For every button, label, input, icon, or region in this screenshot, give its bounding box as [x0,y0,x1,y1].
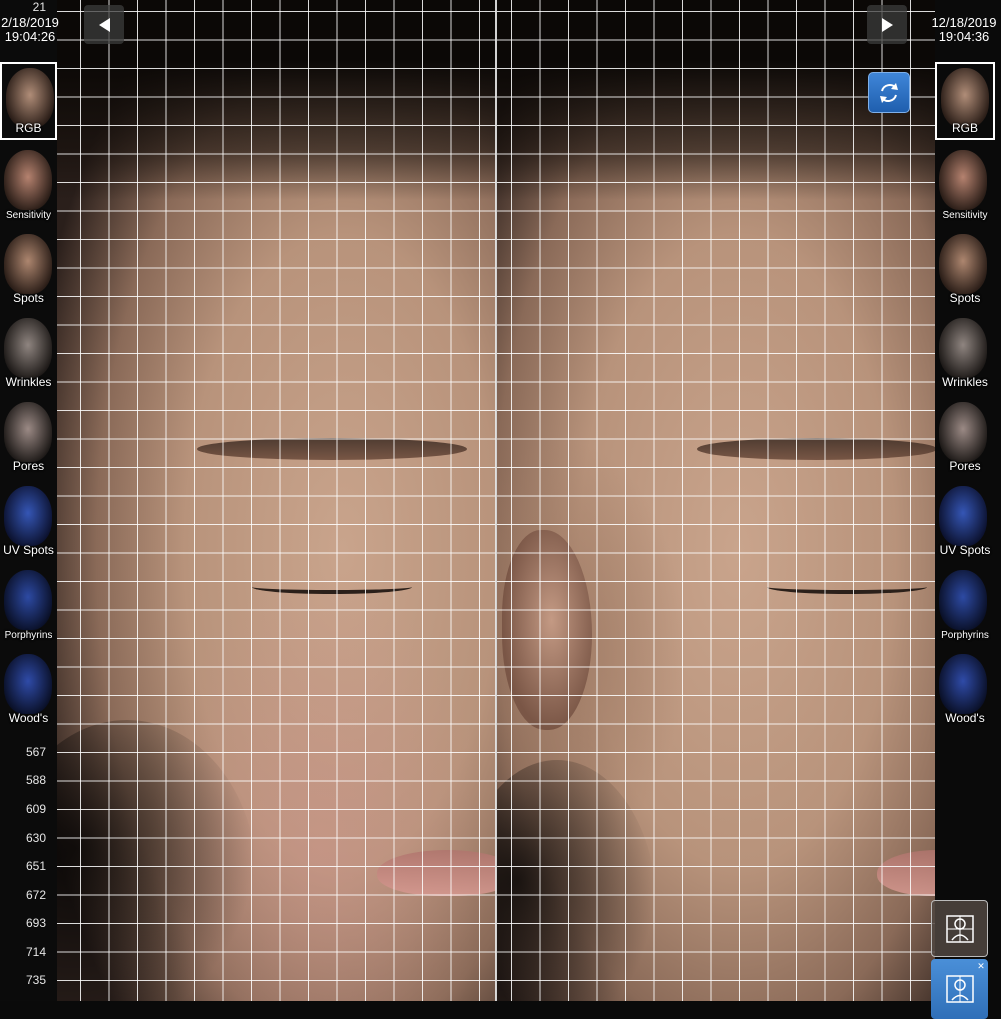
thumb-sensitivity[interactable]: Sensitivity [0,146,57,224]
thumb-label: Wrinkles [942,375,988,389]
thumb-pores[interactable]: Pores [935,398,995,476]
face-compare-icon [945,914,974,943]
thumb-rgb[interactable]: RGB [935,62,995,140]
thumb-label: Pores [12,459,45,473]
thumb-label: Spots [13,291,44,305]
face-thumbnail [939,318,987,378]
thumb-label: Porphyrins [4,630,53,641]
sync-views-button[interactable] [868,72,910,113]
face-thumbnail [4,570,52,630]
face-thumbnail [4,654,52,714]
face-thumbnail [939,486,987,546]
right-mode-thumbnails: RGB Sensitivity Spots Wrinkles Pores UV … [935,62,995,734]
triangle-left-icon [98,17,110,32]
face-thumbnail [939,234,987,294]
eyebrow [697,438,935,460]
triangle-right-icon [881,17,893,32]
thumb-uv-spots[interactable]: UV Spots [935,482,995,560]
left-face-image[interactable] [57,0,496,1001]
face-thumbnail [4,402,52,462]
right-time: 19:04:36 [938,29,990,44]
ruler-tick: 672 [25,888,46,902]
split-view-button[interactable]: ✕ [931,959,988,1019]
thumb-label: Pores [949,459,981,473]
ruler-tick: 630 [25,831,46,845]
ruler-tick: 609 [25,802,46,816]
face-thumbnail [6,68,54,128]
face-thumbnail [4,486,52,546]
thumb-sensitivity[interactable]: Sensitivity [935,146,995,224]
left-mode-thumbnails: RGB Sensitivity Spots Wrinkles Pores UV … [0,62,57,734]
left-date-stamp: 2/18/2019 19:04:26 [0,16,60,44]
thumb-porphyrins[interactable]: Porphyrins [935,566,995,644]
eyebrow [197,438,467,460]
left-date: 2/18/2019 [1,15,59,30]
ruler-top-label: 21 [32,0,46,14]
thumb-porphyrins[interactable]: Porphyrins [0,566,57,644]
thumb-label: Wrinkles [5,375,52,389]
compare-view-button[interactable] [931,900,988,957]
ruler-tick: 714 [25,945,46,959]
face-thumbnail [939,402,987,462]
right-date: 12/18/2019 [931,15,997,30]
thumb-label: Spots [949,291,981,305]
face-split-icon [945,975,974,1003]
ruler-tick: 651 [25,859,46,873]
left-time: 19:04:26 [4,29,56,44]
next-image-button[interactable] [867,5,907,44]
lips [377,850,496,896]
right-face-image[interactable] [497,0,935,1001]
face-thumbnail [939,570,987,630]
ruler-tick: 588 [25,773,46,787]
refresh-icon [880,82,898,103]
thumb-label: Sensitivity [942,210,988,221]
ruler-tick: 567 [25,745,46,759]
thumb-label: UV Spots [939,543,991,557]
thumb-label: Sensitivity [5,210,51,221]
thumb-rgb[interactable]: RGB [0,62,57,140]
close-icon[interactable]: ✕ [976,961,986,971]
ruler-tick: 735 [25,973,46,987]
thumb-label: Wood's [8,711,49,725]
face-thumbnail [939,150,987,210]
thumb-label: RGB [951,121,978,135]
thumb-label: UV Spots [3,543,54,557]
face-thumbnail [939,654,987,714]
thumb-pores[interactable]: Pores [0,398,57,476]
thumb-label: Porphyrins [941,630,989,641]
ruler-tick: 693 [25,916,46,930]
face-thumbnail [4,318,52,378]
thumb-woods[interactable]: Wood's [0,650,57,728]
thumb-spots[interactable]: Spots [935,230,995,308]
face-thumbnail [4,150,52,210]
thumb-label: RGB [15,121,42,135]
face-thumbnail [4,234,52,294]
previous-image-button[interactable] [84,5,124,44]
closed-eyelid [252,580,412,594]
thumb-label: Wood's [945,711,985,725]
thumb-wrinkles[interactable]: Wrinkles [935,314,995,392]
closed-eyelid [767,580,927,594]
thumb-wrinkles[interactable]: Wrinkles [0,314,57,392]
thumb-spots[interactable]: Spots [0,230,57,308]
thumb-uv-spots[interactable]: UV Spots [0,482,57,560]
face-thumbnail [941,68,989,128]
right-date-stamp: 12/18/2019 19:04:36 [928,16,1000,44]
thumb-woods[interactable]: Wood's [935,650,995,728]
split-divider[interactable] [495,0,497,1001]
